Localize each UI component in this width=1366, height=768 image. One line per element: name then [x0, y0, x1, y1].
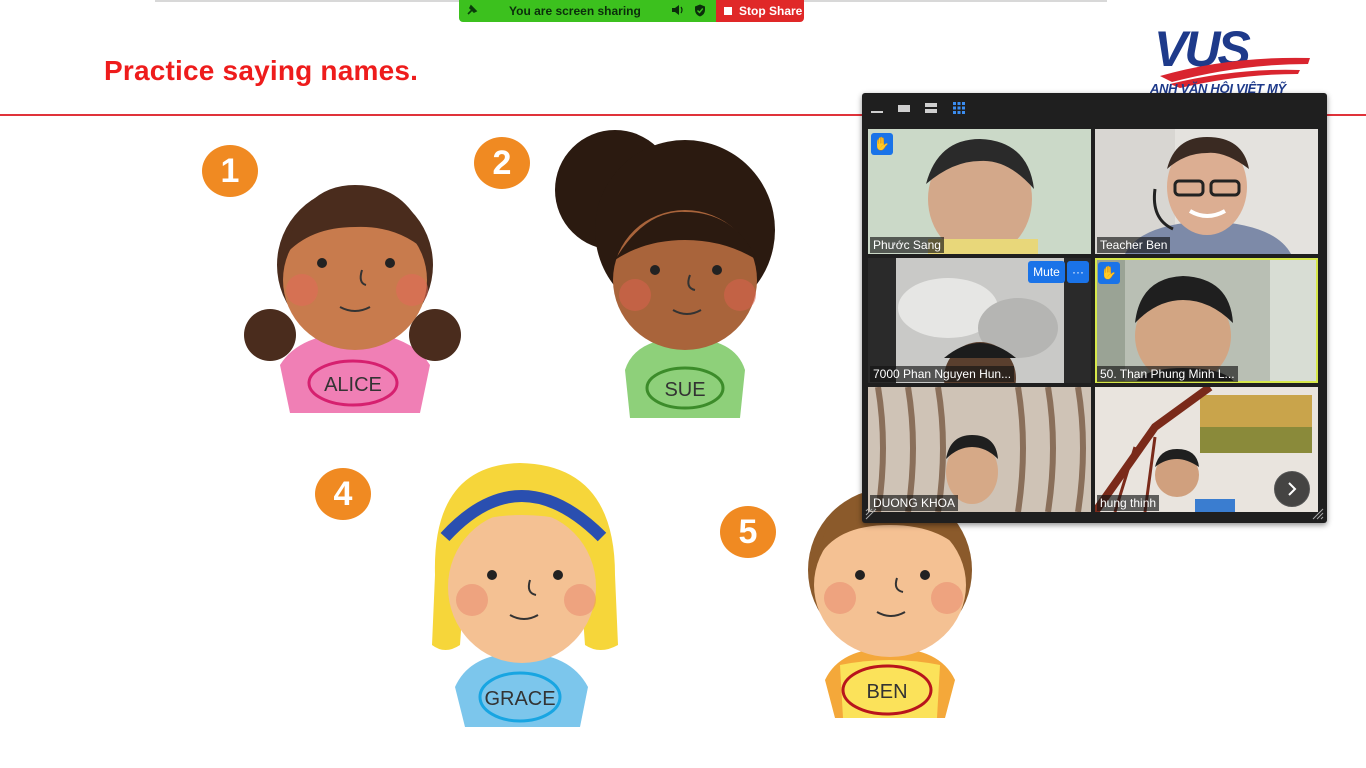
shield-icon[interactable]: [694, 4, 706, 17]
resize-handle-right-icon[interactable]: [1312, 508, 1324, 520]
gallery-toolbar: [862, 93, 1327, 123]
gallery-view-icon[interactable]: [952, 101, 966, 115]
name-label-sue: SUE: [664, 379, 705, 401]
participant-name: 7000 Phan Nguyen Hun...: [870, 366, 1015, 382]
name-label-ben: BEN: [866, 681, 907, 703]
video-gallery-panel[interactable]: ✋ Phước Sang Teacher Ben Mute ··· 7000 P…: [862, 93, 1327, 523]
participant-name: Teacher Ben: [1097, 237, 1171, 253]
participant-tile[interactable]: DUONG KHOA: [868, 387, 1091, 512]
kid-alice-illustration: ALICE: [244, 185, 461, 413]
number-badge-2: 2: [474, 137, 530, 189]
name-label-grace: GRACE: [484, 688, 555, 710]
participant-video: [1095, 129, 1318, 254]
kid-sue-illustration: SUE: [555, 130, 775, 418]
participant-tile[interactable]: ✋ Phước Sang: [868, 129, 1091, 254]
participant-name: hung thinh: [1097, 495, 1160, 511]
strip-view-icon[interactable]: [924, 101, 938, 115]
more-options-button[interactable]: ···: [1067, 261, 1089, 283]
stop-icon: [724, 7, 732, 15]
number-badge-5: 5: [720, 506, 776, 558]
share-status[interactable]: You are screen sharing: [459, 0, 716, 22]
participant-tile[interactable]: Mute ··· 7000 Phan Nguyen Hun...: [868, 258, 1091, 383]
next-page-icon: [1288, 482, 1297, 496]
participant-name: Phước Sang: [870, 237, 944, 253]
stop-share-label: Stop Share: [739, 4, 803, 18]
participant-name: DUONG KHOA: [870, 495, 959, 511]
speaker-icon[interactable]: [671, 4, 685, 19]
participant-video: [868, 387, 1091, 512]
slide-title: Practice saying names.: [104, 55, 419, 86]
share-message: You are screen sharing: [509, 4, 641, 18]
participant-video: [868, 129, 1091, 254]
name-label-alice: ALICE: [324, 374, 382, 396]
screen-share-bar: You are screen sharing Stop Share: [459, 0, 804, 22]
participant-name: 50. Than Phung Minh L...: [1097, 366, 1238, 382]
stop-share-button[interactable]: Stop Share: [716, 0, 804, 22]
pin-icon: [466, 4, 478, 16]
next-page-button[interactable]: [1274, 471, 1310, 507]
participant-tile[interactable]: Teacher Ben: [1095, 129, 1318, 254]
screen: You are screen sharing Stop Share Practi…: [0, 0, 1366, 768]
kid-grace-illustration: GRACE: [432, 463, 618, 727]
raised-hand-icon: ✋: [1098, 262, 1120, 284]
speaker-view-icon[interactable]: [897, 101, 911, 115]
resize-handle-left-icon[interactable]: [865, 508, 877, 520]
number-badge-4: 4: [315, 468, 371, 520]
participant-video: [1095, 258, 1318, 383]
mute-button[interactable]: Mute: [1028, 261, 1065, 283]
minimize-icon[interactable]: [870, 101, 884, 115]
participant-tile-active-speaker[interactable]: ✋ 50. Than Phung Minh L...: [1095, 258, 1318, 383]
raised-hand-icon: ✋: [871, 133, 893, 155]
